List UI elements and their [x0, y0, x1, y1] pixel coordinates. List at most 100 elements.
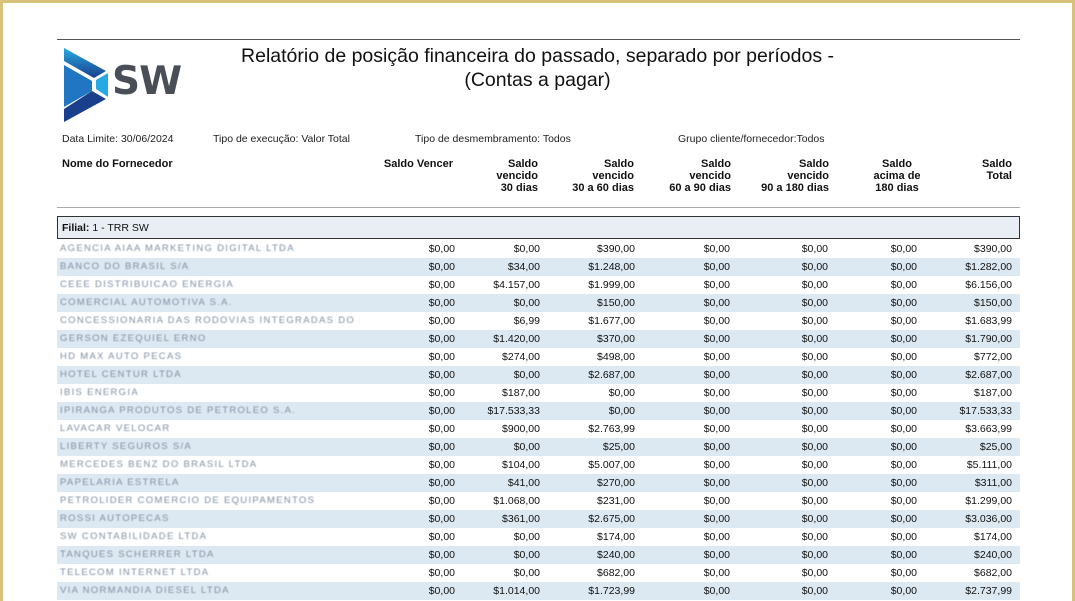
- cell-vencido-60-90: $0,00: [703, 441, 730, 453]
- cell-vencido-30-60: $2.687,00: [588, 369, 635, 381]
- table-row: GERSON EZEQUIEL ERNO $0,00 $1.420,00 $37…: [57, 330, 1020, 348]
- cell-saldo-total: $17.533,33: [959, 405, 1012, 417]
- filial-group-header: Filial: 1 - TRR SW: [57, 216, 1020, 239]
- cell-vencido-60-90: $0,00: [703, 279, 730, 291]
- table-row: IPIRANGA PRODUTOS DE PETROLEO S.A. $0,00…: [57, 402, 1020, 420]
- cell-saldo-total: $150,00: [974, 297, 1012, 309]
- cell-vencido-60-90: $0,00: [703, 585, 730, 597]
- cell-acima-180: $0,00: [890, 495, 917, 507]
- cell-acima-180: $0,00: [890, 441, 917, 453]
- cell-vencido-30: $361,00: [502, 513, 540, 525]
- table-row: TANQUES SCHERRER LTDA $0,00 $0,00 $240,0…: [57, 546, 1020, 564]
- supplier-table: AGENCIA AIAA MARKETING DIGITAL LTDA $0,0…: [57, 240, 1020, 600]
- col-header-line: 90 a 180 dias: [761, 182, 829, 194]
- cell-vencido-30-60: $1.999,00: [588, 279, 635, 291]
- supplier-name: IPIRANGA PRODUTOS DE PETROLEO S.A.: [60, 405, 297, 416]
- cell-vencido-30: $1.014,00: [493, 585, 540, 597]
- cell-vencido-90-180: $0,00: [801, 495, 828, 507]
- cell-vencido-60-90: $0,00: [703, 549, 730, 561]
- col-header-line: vencido: [592, 170, 634, 182]
- cell-vencido-60-90: $0,00: [703, 459, 730, 471]
- cell-acima-180: $0,00: [890, 351, 917, 363]
- cell-vencido-60-90: $0,00: [703, 261, 730, 273]
- cell-vencido-30-60: $150,00: [597, 297, 635, 309]
- cell-acima-180: $0,00: [890, 531, 917, 543]
- cell-vencido-60-90: $0,00: [703, 369, 730, 381]
- table-row: BANCO DO BRASIL S/A $0,00 $34,00 $1.248,…: [57, 258, 1020, 276]
- report-title-line1: Relatório de posição financeira do passa…: [241, 45, 834, 67]
- table-row: AGENCIA AIAA MARKETING DIGITAL LTDA $0,0…: [57, 240, 1020, 258]
- cell-vencido-30: $34,00: [507, 261, 540, 273]
- supplier-name: HOTEL CENTUR LTDA: [60, 369, 182, 380]
- cell-vencido-30-60: $1.677,00: [588, 315, 635, 327]
- col-header-line: vencido: [496, 170, 538, 182]
- cell-saldo-total: $682,00: [974, 567, 1012, 579]
- cell-vencido-30: $1.420,00: [493, 333, 540, 345]
- cell-vencido-60-90: $0,00: [703, 315, 730, 327]
- table-row: LAVACAR VELOCAR $0,00 $900,00 $2.763,99 …: [57, 420, 1020, 438]
- table-row: MERCEDES BENZ DO BRASIL LTDA $0,00 $104,…: [57, 456, 1020, 474]
- cell-vencido-30: $4.157,00: [493, 279, 540, 291]
- cell-vencido-30-60: $498,00: [597, 351, 635, 363]
- cell-vencido-90-180: $0,00: [801, 549, 828, 561]
- cell-acima-180: $0,00: [890, 261, 917, 273]
- col-header-acima-180: Saldo acima de 180 dias: [862, 158, 932, 194]
- col-header-line: Saldo: [882, 158, 912, 170]
- cell-vencido-90-180: $0,00: [801, 567, 828, 579]
- tipo-execucao: Tipo de execução: Valor Total: [213, 133, 350, 145]
- cell-saldo-total: $1.790,00: [965, 333, 1012, 345]
- cell-vencido-90-180: $0,00: [801, 369, 828, 381]
- cell-vencido-30: $0,00: [513, 243, 540, 255]
- cell-vencido-60-90: $0,00: [703, 477, 730, 489]
- cell-vencido-90-180: $0,00: [801, 423, 828, 435]
- col-header-vencido-60-90: Saldo vencido 60 a 90 dias: [631, 158, 731, 194]
- cell-saldo-total: $174,00: [974, 531, 1012, 543]
- col-header-line: Saldo: [982, 158, 1012, 170]
- cell-saldo-total: $1.683,99: [965, 315, 1012, 327]
- grupo-cliente-fornecedor: Grupo cliente/fornecedor:Todos: [678, 133, 825, 145]
- cell-vencido-30-60: $1.248,00: [588, 261, 635, 273]
- cell-vencido-90-180: $0,00: [801, 441, 828, 453]
- cell-vencido-30-60: $231,00: [597, 495, 635, 507]
- supplier-name: LIBERTY SEGUROS S/A: [60, 441, 193, 452]
- filial-label: Filial: 1 - TRR SW: [62, 222, 149, 234]
- supplier-name: TANQUES SCHERRER LTDA: [60, 549, 215, 560]
- cell-vencido-60-90: $0,00: [703, 387, 730, 399]
- table-row: COMERCIAL AUTOMOTIVA S.A. $0,00 $0,00 $1…: [57, 294, 1020, 312]
- table-row: IBIS ENERGIA $0,00 $187,00 $0,00 $0,00 $…: [57, 384, 1020, 402]
- cell-saldo-total: $1.299,00: [965, 495, 1012, 507]
- cell-vencido-90-180: $0,00: [801, 297, 828, 309]
- cell-saldo-total: $3.036,00: [965, 513, 1012, 525]
- cell-saldo-total: $311,00: [974, 477, 1012, 489]
- supplier-name: LAVACAR VELOCAR: [60, 423, 171, 434]
- cell-vencido-90-180: $0,00: [801, 333, 828, 345]
- cell-vencido-90-180: $0,00: [801, 477, 828, 489]
- col-header-saldo-total: Saldo Total: [932, 158, 1012, 182]
- filial-label-key: Filial:: [62, 222, 90, 234]
- cell-acima-180: $0,00: [890, 405, 917, 417]
- cell-vencido-30-60: $390,00: [597, 243, 635, 255]
- cell-vencido-30: $274,00: [502, 351, 540, 363]
- cell-vencido-90-180: $0,00: [801, 243, 828, 255]
- cell-acima-180: $0,00: [890, 549, 917, 561]
- cell-vencido-30: $0,00: [513, 549, 540, 561]
- cell-vencido-60-90: $0,00: [703, 351, 730, 363]
- supplier-name: BANCO DO BRASIL S/A: [60, 261, 190, 272]
- tipo-desmembramento: Tipo de desmembramento: Todos: [415, 133, 571, 145]
- cell-acima-180: $0,00: [890, 567, 917, 579]
- cell-vencido-30-60: $240,00: [597, 549, 635, 561]
- supplier-name: AGENCIA AIAA MARKETING DIGITAL LTDA: [60, 243, 295, 254]
- supplier-name: HD MAX AUTO PECAS: [60, 351, 183, 362]
- cell-acima-180: $0,00: [890, 297, 917, 309]
- cell-vencido-30-60: $0,00: [608, 387, 635, 399]
- cell-saldo-total: $6.156,00: [965, 279, 1012, 291]
- cell-saldo-total: $3.663,99: [965, 423, 1012, 435]
- table-row: CEEE DISTRIBUICAO ENERGIA $0,00 $4.157,0…: [57, 276, 1020, 294]
- cell-vencido-60-90: $0,00: [703, 423, 730, 435]
- cell-saldo-total: $2.687,00: [965, 369, 1012, 381]
- cell-acima-180: $0,00: [890, 369, 917, 381]
- cell-vencido-60-90: $0,00: [703, 495, 730, 507]
- supplier-name: PAPELARIA ESTRELA: [60, 477, 180, 488]
- cell-vencido-30: $104,00: [502, 459, 540, 471]
- col-header-line: 180 dias: [875, 182, 919, 194]
